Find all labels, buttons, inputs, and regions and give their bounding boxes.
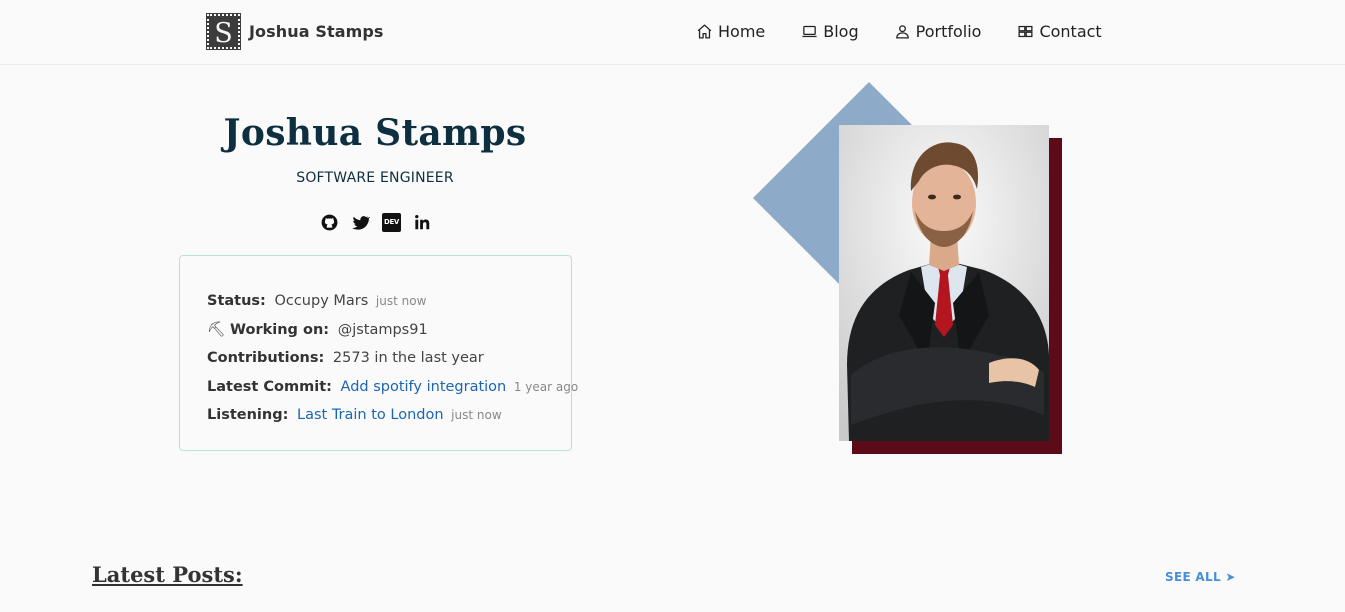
github-link[interactable] xyxy=(320,213,339,232)
main-nav: Home Blog Portfolio Contact xyxy=(696,22,1102,41)
status-row: Status: Occupy Mars just now xyxy=(207,287,571,316)
dev-link[interactable]: DEV xyxy=(382,213,401,232)
listening-link[interactable]: Last Train to London xyxy=(297,407,444,423)
grid-icon xyxy=(1018,25,1033,38)
nav-contact[interactable]: Contact xyxy=(1017,22,1102,41)
brand-name: Joshua Stamps xyxy=(249,22,384,41)
working-row: ⛏ Working on: @jstamps91 xyxy=(207,316,571,345)
nav-contact-label: Contact xyxy=(1039,22,1102,41)
nav-blog-label: Blog xyxy=(823,22,859,41)
portrait xyxy=(753,82,1070,458)
nav-blog[interactable]: Blog xyxy=(801,22,859,41)
home-icon xyxy=(697,24,712,39)
twitter-link[interactable] xyxy=(351,213,370,232)
latest-posts-title: Latest Posts: xyxy=(92,562,243,587)
social-links: DEV xyxy=(320,213,432,232)
github-icon xyxy=(321,214,338,231)
hero-name: Joshua Stamps xyxy=(223,112,527,154)
commit-time: 1 year ago xyxy=(513,379,579,394)
hero-role: SOFTWARE ENGINEER xyxy=(296,170,454,186)
status-value: Occupy Mars xyxy=(274,293,369,309)
contributions-label: Contributions: xyxy=(207,350,325,366)
status-label: Status: xyxy=(207,293,266,309)
status-time: just now xyxy=(375,294,427,308)
twitter-icon xyxy=(352,216,370,230)
logo-icon: S xyxy=(206,13,241,50)
commit-row: Latest Commit: Add spotify integration 1… xyxy=(207,373,578,402)
pick-icon: ⛏ xyxy=(207,321,226,338)
contributions-row: Contributions: 2573 in the last year xyxy=(207,344,571,373)
nav-home[interactable]: Home xyxy=(696,22,765,41)
commit-link[interactable]: Add spotify integration xyxy=(341,379,507,395)
linkedin-icon xyxy=(415,214,430,230)
nav-home-label: Home xyxy=(718,22,766,41)
nav-portfolio-label: Portfolio xyxy=(915,22,982,41)
nav-portfolio[interactable]: Portfolio xyxy=(894,22,982,41)
commit-label: Latest Commit: xyxy=(207,378,332,395)
user-icon xyxy=(895,25,909,39)
brand-link[interactable]: S Joshua Stamps xyxy=(206,13,384,50)
listening-row: Listening: Last Train to London just now xyxy=(207,401,571,430)
working-label: Working on: xyxy=(230,321,330,338)
github-status-card: Status: Occupy Mars just now ⛏ Working o… xyxy=(179,255,578,451)
linkedin-link[interactable] xyxy=(413,213,432,232)
profile-photo xyxy=(839,125,1049,441)
listening-time: just now xyxy=(451,408,502,422)
see-all-link[interactable]: SEE ALL ➤ xyxy=(1165,570,1236,584)
listening-label: Listening: xyxy=(207,407,289,423)
contributions-value: 2573 in the last year xyxy=(332,350,484,366)
person-illustration xyxy=(839,125,1049,441)
laptop-icon xyxy=(802,25,817,38)
dev-icon: DEV xyxy=(382,213,401,232)
working-value: @jstamps91 xyxy=(337,321,428,338)
navbar: S Joshua Stamps Home Blog Portfolio Cont… xyxy=(0,0,1345,65)
